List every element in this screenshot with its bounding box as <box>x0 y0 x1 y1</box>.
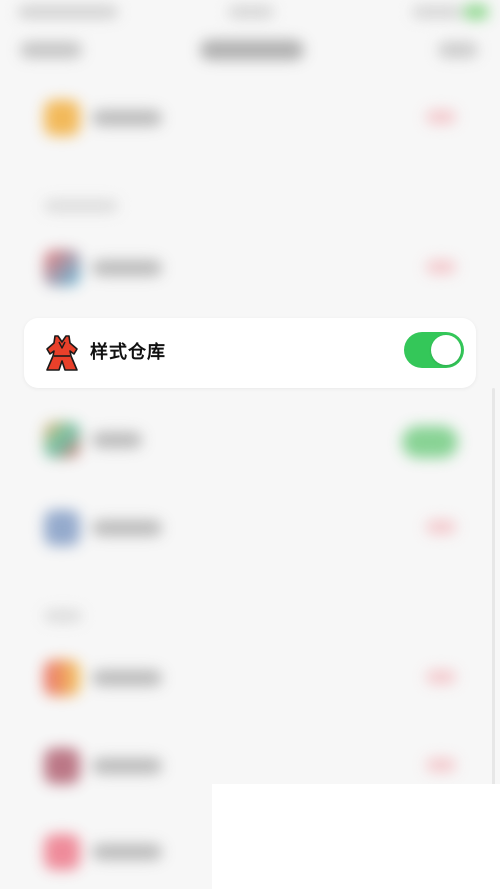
status-bar <box>0 0 500 30</box>
app-icon <box>44 100 80 136</box>
dress-icon <box>46 335 78 371</box>
app-icon <box>44 834 80 870</box>
nav-action-button[interactable] <box>438 42 478 58</box>
app-icon <box>44 250 80 286</box>
list-item[interactable] <box>0 646 500 706</box>
list-item-label <box>92 670 162 686</box>
nav-bar <box>0 32 500 72</box>
list-item-label <box>92 758 162 774</box>
back-button[interactable] <box>20 42 82 58</box>
list-item-label <box>92 520 162 536</box>
status-badge <box>426 260 456 274</box>
status-left <box>18 6 118 18</box>
style-repository-row[interactable]: 样式仓库 <box>24 318 476 388</box>
battery-icon <box>464 5 488 19</box>
page-title <box>200 40 304 60</box>
toggle-switch[interactable] <box>402 426 458 458</box>
list-item-label <box>92 844 162 860</box>
list-item[interactable] <box>0 408 500 468</box>
status-badge <box>426 110 456 124</box>
style-repository-label: 样式仓库 <box>90 342 166 363</box>
app-icon <box>44 422 80 458</box>
app-icon <box>44 510 80 546</box>
status-badge <box>426 670 456 684</box>
blurred-background <box>0 0 500 889</box>
section-header <box>44 200 118 212</box>
style-repository-toggle[interactable] <box>404 332 464 368</box>
app-icon <box>44 748 80 784</box>
status-badge <box>426 758 456 772</box>
status-time <box>228 6 274 18</box>
scrollbar[interactable] <box>492 388 495 788</box>
bottom-panel <box>212 784 500 889</box>
status-badge <box>426 520 456 534</box>
list-item[interactable] <box>0 236 500 296</box>
status-signal <box>412 6 462 18</box>
section-header <box>44 610 82 622</box>
list-item[interactable] <box>0 496 500 556</box>
toggle-knob[interactable] <box>431 335 461 365</box>
list-item-label <box>92 110 162 126</box>
list-item-label <box>92 260 162 276</box>
list-item[interactable] <box>0 86 500 146</box>
settings-screen: 样式仓库 <box>0 0 500 889</box>
list-item-label <box>92 432 142 448</box>
app-icon <box>44 660 80 696</box>
